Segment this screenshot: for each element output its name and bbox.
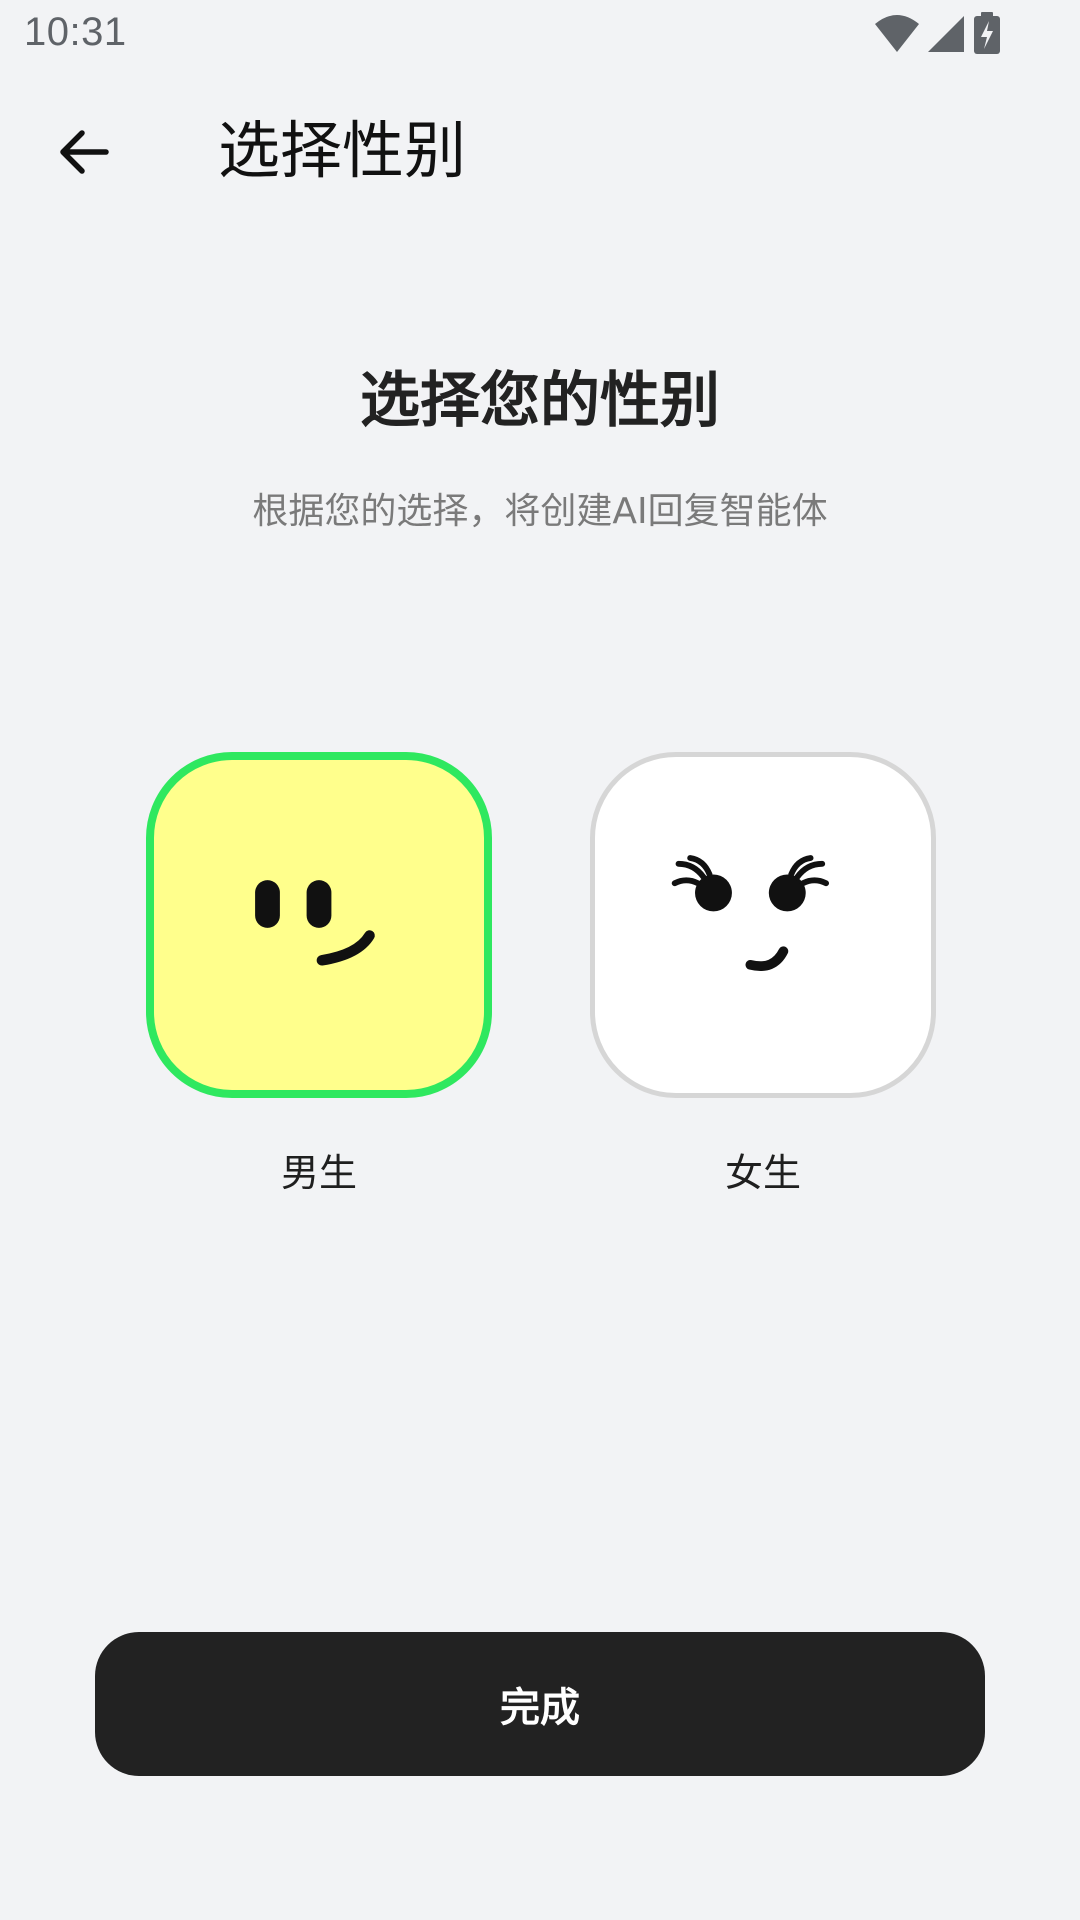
battery-charging-icon <box>974 12 1000 54</box>
gender-option-female[interactable]: 女生 <box>590 752 936 1197</box>
status-bar: 10:31 <box>0 0 1080 72</box>
female-option-label: 女生 <box>724 1151 801 1195</box>
arrow-left-icon <box>60 130 109 174</box>
female-option-card[interactable] <box>590 752 936 1098</box>
section-heading: 选择您的性别 <box>360 366 720 436</box>
done-button[interactable]: 完成 <box>95 1632 985 1776</box>
gender-option-male[interactable]: 男生 <box>146 752 492 1197</box>
app-bar: 选择性别 <box>0 96 1080 216</box>
section-subheading: 根据您的选择，将创建AI回复智能体 <box>252 491 828 532</box>
page-title: 选择性别 <box>218 114 467 187</box>
status-icons <box>874 12 1002 56</box>
wifi-icon <box>875 15 919 52</box>
female-smiley-face-icon <box>671 855 830 971</box>
status-time: 10:31 <box>24 10 127 54</box>
male-option-card[interactable] <box>146 752 492 1098</box>
back-button[interactable] <box>48 116 120 188</box>
male-option-label: 男生 <box>280 1151 357 1195</box>
male-smiley-face-icon <box>255 880 375 966</box>
signal-icon <box>928 16 964 52</box>
